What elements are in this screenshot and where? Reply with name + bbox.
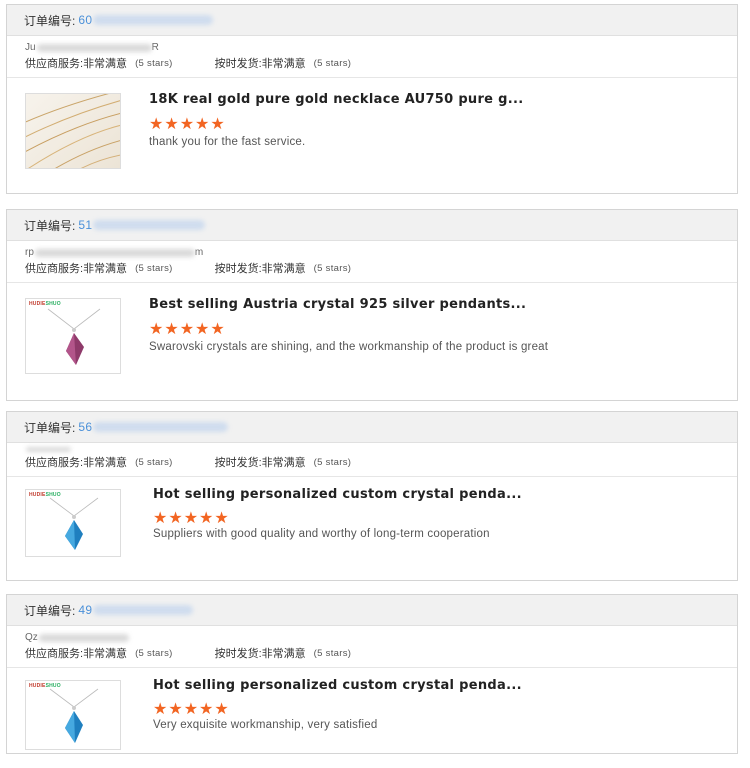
- order-number-link[interactable]: 49: [78, 603, 92, 617]
- buyer-name: [7, 445, 737, 453]
- order-number-label: 订单编号:: [24, 218, 76, 233]
- on-time-delivery-label: 按时发货:: [214, 58, 262, 70]
- supplier-service-value: 非常满意: [83, 648, 128, 660]
- buyer-name-prefix: Qz: [25, 632, 38, 643]
- supplier-ratings: 供应商服务: 非常满意 (5 stars) 按时发货: 非常满意 (5 star…: [7, 453, 737, 471]
- review-body: 18K real gold pure gold necklace AU750 p…: [7, 78, 737, 178]
- brand-watermark: HUDIESHUO: [29, 683, 61, 689]
- buyer-name: Qz: [7, 632, 737, 644]
- supplier-service-label: 供应商服务:: [25, 263, 84, 275]
- redacted-order-number: [93, 220, 206, 230]
- star-rating: ★★★★★: [153, 510, 230, 527]
- review-text: Swarovski crystals are shining, and the …: [149, 341, 549, 353]
- redacted-order-number: [93, 422, 229, 432]
- on-time-delivery-stars: (5 stars): [313, 456, 352, 468]
- on-time-delivery-stars: (5 stars): [313, 647, 352, 659]
- redacted-buyer-name: [34, 249, 195, 257]
- redacted-order-number: [93, 15, 214, 25]
- on-time-delivery-label: 按时发货:: [214, 648, 262, 660]
- star-rating: ★★★★★: [149, 321, 226, 338]
- order-number-link[interactable]: 51: [78, 218, 92, 232]
- product-image[interactable]: [25, 93, 121, 169]
- supplier-ratings: 供应商服务: 非常满意 (5 stars) 按时发货: 非常满意 (5 star…: [7, 54, 737, 72]
- product-image[interactable]: HUDIESHUO: [25, 489, 121, 557]
- review-body: HUDIESHUO Best selling Austria crystal 9…: [7, 283, 737, 383]
- on-time-delivery-value: 非常满意: [261, 648, 306, 660]
- supplier-service-label: 供应商服务:: [25, 58, 84, 70]
- star-rating: ★★★★★: [149, 116, 226, 133]
- on-time-delivery-value: 非常满意: [261, 457, 306, 469]
- on-time-delivery-stars: (5 stars): [313, 57, 352, 69]
- supplier-service-stars: (5 stars): [135, 262, 173, 274]
- buyer-name-suffix: R: [151, 42, 159, 53]
- star-rating: ★★★★★: [153, 701, 230, 718]
- on-time-delivery-label: 按时发货:: [214, 263, 262, 275]
- order-number-link[interactable]: 60: [78, 13, 92, 27]
- product-title-link[interactable]: Best selling Austria crystal 925 silver …: [149, 297, 526, 312]
- redacted-order-number: [93, 605, 194, 615]
- supplier-service-label: 供应商服务:: [25, 457, 84, 469]
- brand-watermark: HUDIESHUO: [29, 301, 61, 307]
- on-time-delivery-value: 非常满意: [261, 263, 306, 275]
- order-number-link[interactable]: 56: [78, 420, 92, 434]
- order-number-label: 订单编号:: [24, 13, 76, 28]
- product-title-link[interactable]: Hot selling personalized custom crystal …: [153, 678, 522, 693]
- buyer-name-prefix: rp: [25, 247, 34, 258]
- product-title-link[interactable]: Hot selling personalized custom crystal …: [153, 487, 522, 502]
- buyer-name: Ju R: [7, 42, 737, 54]
- order-header: 订单编号: 49: [7, 595, 737, 626]
- supplier-service-stars: (5 stars): [135, 456, 173, 468]
- supplier-service-label: 供应商服务:: [25, 648, 84, 660]
- order-card: 订单编号: 60 Ju R 供应商服务: 非常满意 (5 stars) 按时发货…: [6, 4, 738, 194]
- review-body: HUDIESHUO Hot selling personalized custo…: [7, 668, 737, 768]
- redacted-buyer-name: [26, 446, 71, 452]
- blue-crystal-pendant-image: [49, 688, 99, 743]
- order-header: 订单编号: 51: [7, 210, 737, 241]
- supplier-service-stars: (5 stars): [135, 57, 173, 69]
- order-card: 订单编号: 49 Qz 供应商服务: 非常满意 (5 stars) 按时发货: …: [6, 594, 738, 754]
- buyer-name-suffix: m: [194, 247, 204, 258]
- review-text: thank you for the fast service.: [149, 136, 306, 148]
- redacted-buyer-name: [38, 634, 129, 642]
- on-time-delivery-stars: (5 stars): [313, 262, 352, 274]
- supplier-ratings: 供应商服务: 非常满意 (5 stars) 按时发货: 非常满意 (5 star…: [7, 644, 737, 662]
- order-number-label: 订单编号:: [24, 603, 76, 618]
- order-header: 订单编号: 56: [7, 412, 737, 443]
- product-title-link[interactable]: 18K real gold pure gold necklace AU750 p…: [149, 92, 523, 107]
- order-number-label: 订单编号:: [24, 420, 76, 435]
- buyer-name: rp m: [7, 247, 737, 259]
- supplier-service-stars: (5 stars): [135, 647, 173, 659]
- on-time-delivery-value: 非常满意: [261, 58, 306, 70]
- blue-crystal-pendant-image: [49, 497, 99, 550]
- brand-watermark: HUDIESHUO: [29, 492, 61, 498]
- supplier-service-value: 非常满意: [83, 457, 128, 469]
- order-header: 订单编号: 60: [7, 5, 737, 36]
- gold-chain-image: [26, 94, 120, 168]
- review-body: HUDIESHUO Hot selling personalized custo…: [7, 477, 737, 577]
- purple-crystal-pendant-image: [47, 308, 101, 365]
- product-image[interactable]: HUDIESHUO: [25, 680, 121, 750]
- supplier-service-value: 非常满意: [83, 263, 128, 275]
- product-image[interactable]: HUDIESHUO: [25, 298, 121, 374]
- review-text: Suppliers with good quality and worthy o…: [153, 528, 490, 540]
- redacted-buyer-name: [36, 44, 152, 52]
- order-card: 订单编号: 56 供应商服务: 非常满意 (5 stars) 按时发货: 非常满…: [6, 411, 738, 581]
- order-card: 订单编号: 51 rp m 供应商服务: 非常满意 (5 stars) 按时发货…: [6, 209, 738, 401]
- buyer-name-prefix: Ju: [25, 42, 36, 53]
- on-time-delivery-label: 按时发货:: [214, 457, 262, 469]
- supplier-ratings: 供应商服务: 非常满意 (5 stars) 按时发货: 非常满意 (5 star…: [7, 259, 737, 277]
- review-text: Very exquisite workmanship, very satisfi…: [153, 719, 378, 731]
- supplier-service-value: 非常满意: [83, 58, 128, 70]
